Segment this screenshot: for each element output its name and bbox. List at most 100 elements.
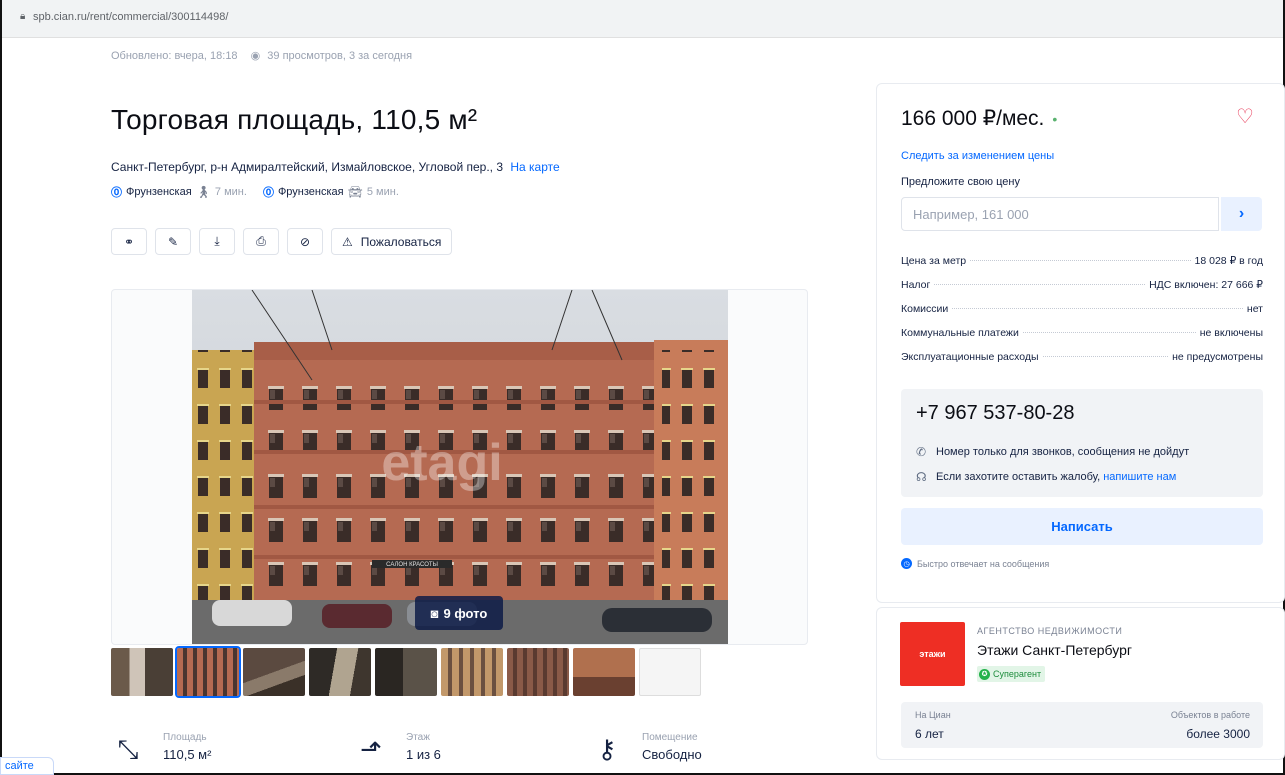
feature-label: Площадь [163,732,207,743]
thumbnail[interactable] [111,648,173,696]
walk-icon: 🚶︎ [195,185,211,199]
clock-icon: ◷ [901,558,912,569]
share-button[interactable]: ⚭ [111,228,147,255]
thumbnail-active[interactable] [175,646,241,698]
address-bar[interactable]: 🔒︎ spb.cian.ru/rent/commercial/300114498… [2,0,1283,38]
storefront-sign: САЛОН КРАСОТЫ [386,562,438,568]
map-link[interactable]: На карте [510,160,559,174]
feature-label: Этаж [406,732,430,743]
address: Санкт-Петербург, р-н Адмиралтейский, Изм… [111,160,560,174]
print-button[interactable]: ⎙ [243,228,279,255]
feature-area: ⤡ Площадь 110,5 м² [111,732,212,766]
param-label: Коммунальные платежи [901,327,1019,339]
watermark: etagi [381,434,502,492]
thumbnail[interactable] [507,648,569,696]
main-photo[interactable]: САЛОН КРАСОТЫ etagi [192,290,728,644]
eye-icon: ◉ [250,50,261,62]
param-label: Комиссии [901,303,949,315]
agency-logo[interactable]: этажи [900,622,965,686]
calls-only-note: ✆ Номер только для звонков, сообщения не… [916,445,1189,459]
calls-only-text: Номер только для звонков, сообщения не д… [936,446,1190,458]
photo-count-label: 9 фото [443,605,488,621]
superagent-badge: ✪ Суперагент [977,666,1046,682]
photo-count-button[interactable]: ◙ 9 фото [415,596,503,630]
page-title: Торговая площадь, 110,5 м² [111,104,478,135]
write-button[interactable]: Написать [901,508,1263,545]
price-params: Цена за метр 18 028 ₽ в год Налог НДС вклю… [901,255,1263,375]
feature-label: Помещение [642,732,698,743]
price: 166 000 ₽/мес. • [901,106,1057,131]
stat-value: 6 лет [915,727,944,741]
phone-icon: ✆ [916,445,927,459]
feature-value: 1 из 6 [406,747,441,762]
param-row: Коммунальные платежи не включены [901,327,1263,351]
address-text: Санкт-Петербург, р-н Адмиралтейский, Изм… [111,160,504,174]
hide-button[interactable]: ⊘ [287,228,323,255]
complain-label: Пожаловаться [360,234,442,249]
download-icon: ⤓ [214,234,220,248]
fast-reply-text: Быстро отвечает на сообщения [917,558,1050,569]
thumbnail[interactable] [309,648,371,696]
param-row: Налог НДС включен: 27 666 ₽ [901,279,1263,303]
thumbnail[interactable] [441,648,503,696]
complaint-text: Если захотите оставить жалобу, [936,471,1101,483]
metro-station[interactable]: Фрунзенская [126,186,192,198]
param-label: Налог [901,279,931,291]
feature-value: Свободно [642,747,702,762]
site-badge[interactable]: сайте [0,757,54,775]
resize-icon: ⤡ [117,734,139,764]
thumbnail[interactable] [375,648,437,696]
car-icon: 🚘︎ [347,185,363,199]
stairs-icon: ⬏ [360,734,382,764]
lock-icon: 🔒︎ [20,11,26,22]
offer-price-input[interactable] [901,197,1219,231]
pencil-icon: ✎ [167,234,179,249]
building-photo: САЛОН КРАСОТЫ etagi [192,290,728,644]
support-icon: ☊ [916,470,927,484]
feature-value: 110,5 м² [163,747,212,762]
price-value: 166 000 ₽/мес. [901,107,1045,130]
param-row: Эксплуатационные расходы не предусмотрены [901,351,1263,375]
updated-text: Обновлено: вчера, 18:18 [111,50,238,62]
agency-stats [901,702,1263,748]
watch-price-link[interactable]: Следить за изменением цены [901,150,1054,162]
favorite-heart-icon[interactable]: ♡ [1236,104,1254,129]
phone-number[interactable]: +7 967 537-80-28 [916,402,1074,425]
complaint-link[interactable]: напишите нам [1103,471,1176,483]
feature-floor: ⬏ Этаж 1 из 6 [354,732,441,766]
param-value: НДС включен: 27 666 ₽ [1149,279,1263,291]
feature-premises: ⚷ Помещение Свободно [590,732,702,766]
stat-label: Объектов в работе [1170,710,1250,720]
metro-time: 5 мин. [366,186,399,198]
printer-icon: ⎙ [256,234,266,248]
metro-station[interactable]: Фрунзенская [278,186,344,198]
complaint-note: ☊ Если захотите оставить жалобу, напишит… [916,470,1176,484]
metro-time: 7 мин. [214,186,247,198]
stat-label: На Циан [915,710,951,720]
metro-list: ⓪ Фрунзенская 🚶︎ 7 мин. ⓪ Фрунзенская 🚘︎… [111,184,411,200]
agency-logo-text: этажи [919,649,946,659]
param-row: Цена за метр 18 028 ₽ в год [901,255,1263,279]
superagent-text: Суперагент [993,669,1042,679]
stat-value: более 3000 [1186,727,1250,741]
chevron-right-icon: › [1238,205,1245,222]
complain-button[interactable]: ⚠ Пожаловаться [331,228,453,255]
edit-button[interactable]: ✎ [155,228,191,255]
offer-submit-button[interactable]: › [1221,197,1262,231]
price-change-icon[interactable]: • [1052,111,1057,127]
thumbnail-strip [111,646,701,698]
thumbnail[interactable] [243,648,305,696]
listing-meta: Обновлено: вчера, 18:18 ◉ 39 просмотров,… [111,49,412,62]
metro-icon: ⓪ [111,187,122,199]
photo-gallery[interactable]: САЛОН КРАСОТЫ etagi ◙ 9 фото [111,289,808,645]
url-text[interactable]: spb.cian.ru/rent/commercial/300114498/ [33,11,228,23]
param-value: 18 028 ₽ в год [1194,255,1263,267]
hide-icon: ⊘ [299,234,311,249]
agency-name[interactable]: Этажи Санкт-Петербург [977,642,1132,658]
thumbnail[interactable] [573,648,635,696]
param-label: Цена за метр [901,255,967,267]
thumbnail[interactable] [639,648,701,696]
offer-label: Предложите свою цену [901,176,1020,188]
param-row: Комиссии нет [901,303,1263,327]
download-button[interactable]: ⤓ [199,228,235,255]
